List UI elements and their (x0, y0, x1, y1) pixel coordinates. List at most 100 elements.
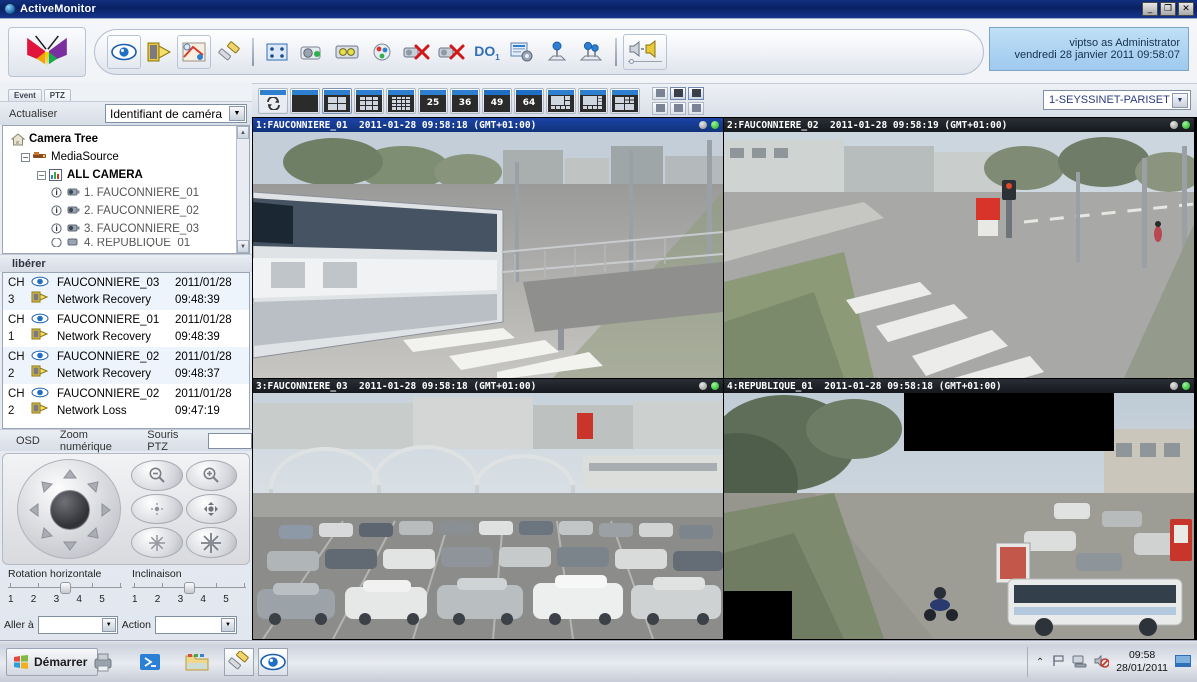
tab-digital-zoom[interactable]: Zoom numérique (50, 429, 137, 453)
tab-osd[interactable]: OSD (6, 435, 50, 447)
layout-64-button[interactable]: 64 (514, 88, 544, 114)
mouse-ptz-input[interactable] (208, 433, 252, 449)
taskbar-explorer-icon[interactable] (182, 648, 212, 676)
page-up-button[interactable] (670, 102, 686, 115)
pan-slider-thumb[interactable] (60, 582, 71, 594)
tilt-slider-thumb[interactable] (184, 582, 195, 594)
layout-icon[interactable] (260, 35, 294, 69)
record-icon[interactable] (330, 35, 364, 69)
tree-node-camera-2[interactable]: 2. FAUCONNIERE_02 (9, 202, 247, 220)
flag-icon[interactable] (1051, 654, 1065, 671)
refresh-label[interactable]: Actualiser (5, 108, 105, 120)
chevron-down-icon[interactable]: ▼ (229, 106, 245, 121)
tab-ptz[interactable]: PTZ (44, 89, 71, 101)
video-cell-1-view[interactable] (253, 132, 723, 378)
video-cell-2[interactable]: 2:FAUCONNIERE_02 2011-01-28 09:58:19 (GM… (724, 118, 1194, 378)
iris-open-button[interactable] (186, 527, 238, 558)
tree-node-camera-3[interactable]: 3. FAUCONNIERE_03 (9, 220, 247, 238)
event-row[interactable]: CH1 FAUCONNIERE_01Network Recovery 2011/… (3, 310, 249, 347)
camera-disconnect-icon[interactable] (400, 35, 434, 69)
tilt-slider[interactable] (132, 582, 246, 594)
taskbar-powershell-icon[interactable] (135, 648, 165, 676)
video-cell-3[interactable]: 3:FAUCONNIERE_03 2011-01-28 09:58:18 (GM… (253, 379, 723, 639)
focus-far-button[interactable] (186, 494, 238, 525)
tree-node-camera-1[interactable]: 1. FAUCONNIERE_01 (9, 184, 247, 202)
chevron-down-icon[interactable]: ▼ (221, 618, 235, 632)
joystick-icon[interactable] (540, 35, 574, 69)
tree-node-camera-tree[interactable]: Camera Tree (9, 130, 247, 148)
camera-disconnect-all-icon[interactable] (435, 35, 469, 69)
ptz-dpad[interactable] (17, 459, 121, 559)
iris-close-button[interactable] (131, 527, 183, 558)
tree-node-all-camera[interactable]: − ALL CAMERA (9, 166, 247, 184)
layout-16-button[interactable] (386, 88, 416, 114)
event-row[interactable]: CH3 FAUCONNIERE_03Network Recovery 2011/… (3, 273, 249, 310)
video-cell-4-view[interactable] (724, 393, 1194, 639)
minimize-button[interactable]: _ (1142, 2, 1158, 16)
joystick-dual-icon[interactable] (575, 35, 609, 69)
map-icon[interactable] (177, 35, 211, 69)
live-view-icon[interactable] (107, 35, 141, 69)
ptz-joystick-knob[interactable] (50, 490, 90, 530)
video-cell-4[interactable]: 4:REPUBLIQUE_01 2011-01-28 09:58:18 (GMT… (724, 379, 1194, 639)
expander-toggle[interactable]: − (21, 153, 30, 162)
close-button[interactable]: ✕ (1178, 2, 1194, 16)
video-cell-1[interactable]: 1:FAUCONNIERE_01 2011-01-28 09:58:18 (GM… (253, 118, 723, 378)
taskbar-activemonitor-icon[interactable] (258, 648, 288, 676)
layout-4-button[interactable] (322, 88, 352, 114)
configuration-icon[interactable] (212, 35, 246, 69)
volume-icon[interactable] (623, 34, 667, 70)
scroll-up-icon[interactable]: ▲ (237, 126, 249, 139)
tree-node-mediasource[interactable]: − MediaSource (9, 148, 247, 166)
zoom-in-button[interactable] (186, 460, 238, 491)
layout-1-button[interactable] (290, 88, 320, 114)
page-first-button[interactable] (670, 87, 686, 100)
event-row[interactable]: CH2 FAUCONNIERE_02Network Loss 2011/01/2… (3, 384, 249, 421)
layout-1plus5-button[interactable] (546, 88, 576, 114)
network-icon[interactable] (1072, 654, 1087, 671)
maximize-button[interactable]: ❐ (1160, 2, 1176, 16)
snapshot-icon[interactable] (295, 35, 329, 69)
chevron-down-icon[interactable]: ▼ (1172, 93, 1188, 108)
tree-scrollbar[interactable]: ▲ ▼ (236, 126, 249, 253)
page-prev-button[interactable] (652, 87, 668, 100)
layout-9-button[interactable] (354, 88, 384, 114)
playback-icon[interactable] (142, 35, 176, 69)
server-select[interactable]: 1-SEYSSINET-PARISET ▼ (1043, 90, 1191, 110)
zoom-out-button[interactable] (131, 460, 183, 491)
start-button[interactable]: Démarrer (6, 648, 98, 676)
sequence-button[interactable] (258, 88, 288, 114)
event-list[interactable]: CH3 FAUCONNIERE_03Network Recovery 2011/… (2, 272, 250, 429)
taskbar-printer-icon[interactable] (88, 648, 118, 676)
volume-muted-icon[interactable] (1094, 654, 1109, 671)
layout-49-button[interactable]: 49 (482, 88, 512, 114)
auto-scan-button[interactable] (652, 102, 668, 115)
pan-slider[interactable] (8, 582, 122, 594)
tree-node-camera-4[interactable]: 4. REPUBLIQUE_01 (9, 238, 247, 247)
expander-toggle[interactable]: − (37, 171, 46, 180)
page-down-button[interactable] (688, 102, 704, 115)
layout-25-button[interactable]: 25 (418, 88, 448, 114)
focus-near-button[interactable] (131, 494, 183, 525)
event-row[interactable]: CH2 FAUCONNIERE_02Network Recovery 2011/… (3, 347, 249, 384)
video-cell-3-view[interactable] (253, 393, 723, 639)
tab-mouse-ptz[interactable]: Souris PTZ (137, 429, 202, 453)
tray-expand-icon[interactable]: ⌃ (1036, 657, 1044, 668)
settings-icon[interactable] (505, 35, 539, 69)
taskbar-tools-icon[interactable] (224, 648, 254, 676)
action-select[interactable]: ▼ (155, 616, 237, 634)
page-next-button[interactable] (688, 87, 704, 100)
layout-36-button[interactable]: 36 (450, 88, 480, 114)
layout-1plus7-button[interactable] (578, 88, 608, 114)
tab-event[interactable]: Event (8, 89, 42, 101)
goto-select[interactable]: ▼ (38, 616, 118, 634)
camera-id-select[interactable]: Identifiant de caméra ▼ (105, 104, 247, 123)
layout-custom-button[interactable] (610, 88, 640, 114)
alarm-icon[interactable] (365, 35, 399, 69)
tray-clock[interactable]: 09:58 28/01/2011 (1116, 649, 1168, 675)
chevron-down-icon[interactable]: ▼ (102, 618, 116, 632)
digital-output-icon[interactable]: DO1 (470, 35, 504, 69)
show-desktop-icon[interactable] (1175, 655, 1191, 670)
scroll-down-icon[interactable]: ▼ (237, 240, 249, 253)
video-cell-2-view[interactable] (724, 132, 1194, 378)
